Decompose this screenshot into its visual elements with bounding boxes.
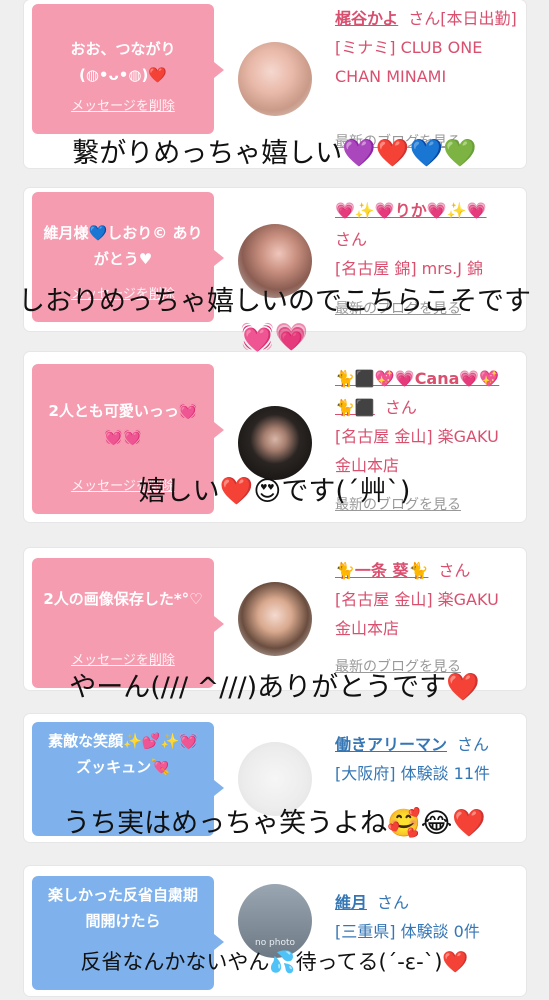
- honorific: さん: [335, 230, 368, 249]
- overlay-caption-text: しおりめっちゃ嬉しいのでこちらこそです💓💗: [18, 286, 531, 353]
- message-text: 2人とも可愛いっっ💓💓💓: [48, 402, 198, 446]
- avatar[interactable]: [238, 42, 312, 116]
- avatar[interactable]: [238, 742, 312, 816]
- shop-info: [名古屋 金山] 楽GAKU 金山本店: [335, 590, 499, 638]
- overlay-caption: やーん(/// ^///)ありがとうです❤️: [69, 672, 480, 703]
- overlay-caption: しおりめっちゃ嬉しいのでこちらこそです💓💗: [0, 284, 549, 356]
- profile-info: 💗✨💗りか💗✨💗 さん [名古屋 錦] mrs.J 錦: [335, 196, 518, 283]
- message-text: 2人の画像保存した*°♡: [43, 590, 203, 608]
- message-bubble: おお、つながり (◍•ᴗ•◍)❤️ メッセージを削除: [32, 4, 224, 134]
- profile-info: 🐈一条 葵🐈 さん [名古屋 金山] 楽GAKU 金山本店: [335, 556, 518, 643]
- status-badge: [本日出勤]: [440, 9, 517, 28]
- avatar[interactable]: [238, 582, 312, 656]
- overlay-caption: 繋がりめっちゃ嬉しい💜❤️💙💚: [72, 138, 477, 169]
- profile-name-link[interactable]: 梶谷かよ: [335, 9, 398, 28]
- message-text: 素敵な笑顔✨💕✨💓ズッキュン💘: [48, 732, 198, 776]
- message-bubble: 2人の画像保存した*°♡ メッセージを削除: [32, 558, 224, 688]
- shop-info: [名古屋 錦] mrs.J 錦: [335, 259, 484, 278]
- profile-info: 働きアリーマン さん [大阪府] 体験談 11件: [335, 730, 518, 788]
- honorific: さん: [377, 893, 410, 912]
- overlay-caption: 反省なんかないやん💦待ってる(´-ε-`)❤️: [80, 950, 469, 974]
- honorific: さん: [438, 561, 471, 580]
- shop-info: [名古屋 金山] 楽GAKU 金山本店: [335, 427, 499, 475]
- message-text: 維月様💙しおり© ありがとう♥: [43, 224, 203, 268]
- avatar[interactable]: [238, 406, 312, 480]
- honorific: さん: [384, 398, 417, 417]
- profile-name-link[interactable]: 維月: [335, 893, 367, 912]
- message-card: 2人の画像保存した*°♡ メッセージを削除 🐈一条 葵🐈 さん [名古屋 金山] …: [24, 548, 526, 690]
- profile-name-link[interactable]: 🐈⬛💖💗Cana💗💖🐈⬛: [335, 369, 499, 417]
- profile-info: 🐈⬛💖💗Cana💗💖🐈⬛ さん [名古屋 金山] 楽GAKU 金山本店: [335, 364, 518, 480]
- honorific: さん: [457, 735, 490, 754]
- profile-name-link[interactable]: 💗✨💗りか💗✨💗: [335, 201, 487, 220]
- honorific: さん: [408, 9, 441, 28]
- review-info: [三重県] 体験談 0件: [335, 922, 480, 941]
- overlay-caption: 嬉しい❤️😍です(´艸`): [138, 476, 411, 507]
- shop-info: [ミナミ] CLUB ONE CHAN MINAMI: [335, 38, 483, 86]
- profile-name-link[interactable]: 🐈一条 葵🐈: [335, 561, 428, 580]
- profile-info: 維月 さん [三重県] 体験談 0件: [335, 888, 518, 946]
- profile-name-link[interactable]: 働きアリーマン: [335, 735, 447, 754]
- message-text: 楽しかった反省自粛期間開けたら: [47, 886, 198, 930]
- delete-message-link[interactable]: メッセージを削除: [32, 94, 214, 120]
- overlay-caption: うち実はめっちゃ笑うよね🥰😂❤️: [63, 808, 486, 839]
- message-text: おお、つながり (◍•ᴗ•◍)❤️: [70, 40, 176, 84]
- review-info: [大阪府] 体験談 11件: [335, 764, 491, 783]
- profile-info: 梶谷かよ さん[本日出勤] [ミナミ] CLUB ONE CHAN MINAMI: [335, 4, 518, 91]
